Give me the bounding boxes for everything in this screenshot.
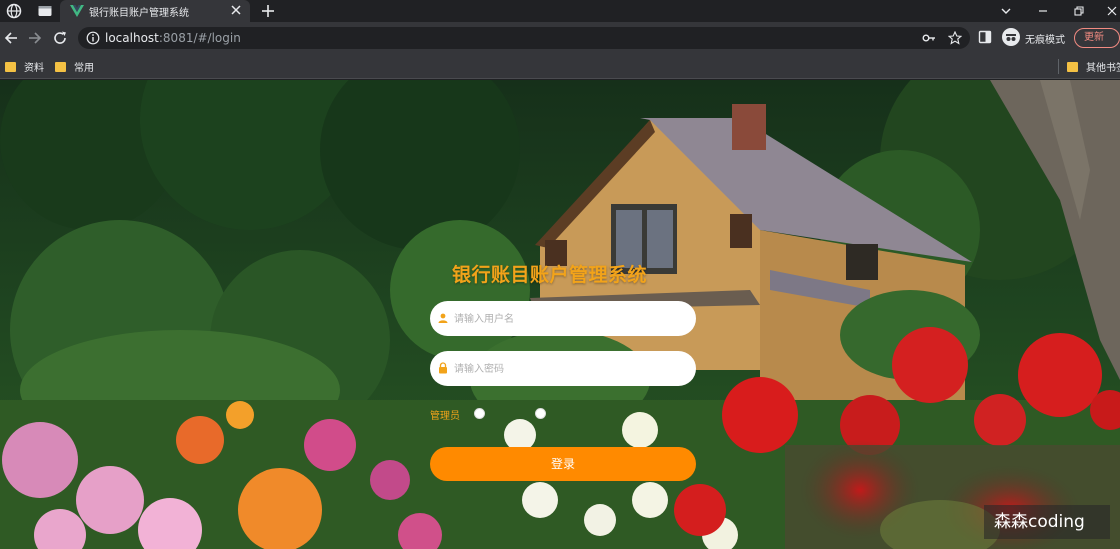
reload-icon[interactable] — [52, 30, 68, 46]
login-button[interactable]: 登录 — [430, 447, 696, 481]
incognito-label: 无痕模式 — [1025, 35, 1065, 46]
address-bar[interactable]: localhost:8081/#/login — [78, 27, 970, 49]
active-tab[interactable]: 银行账目账户管理系统 — [60, 0, 250, 22]
page-viewport: 银行账目账户管理系统 管理员 登录 森森coding — [0, 80, 1120, 549]
role-radio-2[interactable] — [535, 408, 546, 419]
tab-search-icon[interactable] — [37, 3, 53, 19]
key-icon[interactable] — [922, 31, 936, 45]
close-window-icon[interactable] — [1104, 3, 1120, 19]
bookmark-folder-ziliao[interactable]: 资料 — [5, 59, 44, 74]
chevron-down-icon[interactable] — [998, 3, 1014, 19]
incognito-icon[interactable] — [1002, 28, 1020, 46]
folder-icon — [55, 62, 66, 72]
minimize-icon[interactable] — [1035, 3, 1051, 19]
tab-title: 银行账目账户管理系统 — [89, 8, 189, 19]
site-info-icon[interactable] — [86, 31, 100, 45]
role-radio-group: 管理员 — [430, 405, 696, 422]
browser-toolbar: localhost:8081/#/login 无痕模式 更新 — [0, 22, 1120, 54]
bookmark-label: 其他书签 — [1086, 63, 1120, 74]
username-field[interactable] — [430, 301, 696, 336]
lock-icon — [439, 362, 447, 374]
restore-icon[interactable] — [1071, 3, 1087, 19]
bookmark-label: 资料 — [24, 63, 44, 74]
login-title: 银行账目账户管理系统 — [452, 264, 648, 286]
watermark: 森森coding — [984, 505, 1110, 539]
user-icon — [438, 313, 448, 323]
bookmark-folder-changyong[interactable]: 常用 — [55, 59, 94, 74]
forward-arrow-icon[interactable] — [27, 30, 43, 46]
folder-icon — [1067, 62, 1078, 72]
incognito-glyph — [1006, 34, 1016, 41]
role-label: 管理员 — [430, 411, 460, 422]
back-arrow-icon[interactable] — [3, 30, 19, 46]
tab-strip: 银行账目账户管理系统 — [0, 0, 1120, 22]
bookmark-folder-other[interactable]: 其他书签 — [1067, 59, 1120, 74]
username-input[interactable] — [454, 309, 684, 329]
vue-logo-icon — [70, 5, 84, 17]
close-tab-icon[interactable] — [230, 4, 242, 16]
update-button[interactable]: 更新 — [1074, 28, 1120, 48]
url-host: localhost — [105, 31, 159, 45]
password-field[interactable] — [430, 351, 696, 386]
role-radio-1[interactable] — [474, 408, 485, 419]
side-panel-icon[interactable] — [978, 30, 992, 44]
folder-icon — [5, 62, 16, 72]
bookmarks-bar: 资料 常用 其他书签 — [0, 54, 1120, 79]
url-text[interactable]: localhost:8081/#/login — [105, 31, 241, 45]
bookmark-divider — [1058, 59, 1059, 74]
bookmark-label: 常用 — [74, 63, 94, 74]
password-input[interactable] — [454, 359, 684, 379]
bookmark-star-icon[interactable] — [948, 31, 962, 45]
url-path: :8081/#/login — [158, 31, 241, 45]
new-tab-icon[interactable] — [260, 3, 276, 19]
globe-icon[interactable] — [6, 3, 22, 19]
